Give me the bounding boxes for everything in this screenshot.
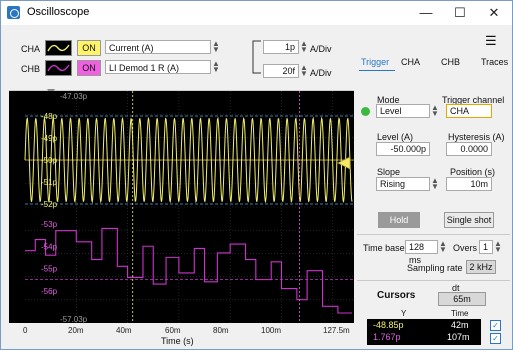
chb-y-tick-label: -55p	[41, 265, 58, 274]
close-button[interactable]: ✕	[477, 1, 511, 25]
cursor-2-time: 107m	[447, 332, 470, 342]
channel-b-scale-unit: A/Div	[310, 68, 332, 78]
channel-link-bracket-icon	[252, 40, 261, 74]
cha-y-tick-label: -48p	[41, 112, 58, 121]
time-base-spinner-icon[interactable]: ▲ ▼	[439, 240, 447, 254]
title-bar[interactable]: Oscilloscope — ☐ ✕	[1, 1, 512, 25]
mode-spinner-icon[interactable]: ▲ ▼	[431, 104, 439, 118]
position-label: Position (s)	[450, 167, 496, 177]
channel-a-label: CHA	[21, 44, 41, 54]
overs-spinner-icon[interactable]: ▲ ▼	[494, 240, 502, 254]
cursor-1-checkbox[interactable]: ✓	[490, 320, 501, 331]
tab-chb[interactable]: CHB	[441, 57, 460, 67]
tab-traces[interactable]: Traces	[481, 57, 508, 67]
cursor-y-header: Y	[401, 309, 407, 318]
chb-trace	[25, 227, 352, 314]
single-shot-button[interactable]: Single shot	[444, 212, 494, 228]
settings-panel: ☰ Trigger CHA CHB Traces Mode Level ▲ ▼ T…	[355, 25, 512, 349]
channel-a-on-button[interactable]: ON	[77, 40, 101, 56]
channel-b-color-swatch[interactable]	[45, 60, 72, 76]
trigger-channel-select[interactable]: CHA	[446, 104, 492, 118]
time-base-select[interactable]: 128 ms	[405, 240, 438, 265]
x-tick-label: 127.5m	[323, 326, 350, 335]
level-label: Level (A)	[377, 132, 414, 142]
channel-b-label: CHB	[21, 64, 41, 74]
dt-value: 65m	[438, 292, 486, 306]
channel-b-scale-input[interactable]: 20f	[263, 64, 299, 78]
divider	[357, 234, 510, 235]
channel-a-signal-spinner-icon[interactable]: ▲ ▼	[212, 40, 220, 54]
active-tab-underline	[359, 70, 395, 71]
sampling-rate-label: Sampling rate	[407, 263, 463, 273]
slope-label: Slope	[377, 167, 401, 177]
channel-b-scale-spinner-icon[interactable]: ▲ ▼	[300, 64, 308, 78]
cursor-2-y: 1.767p	[373, 332, 401, 342]
divider	[357, 280, 510, 281]
scope-plot[interactable]: -48p -49p -50p -51p -52p -53p -54p -55p -56p -47…	[9, 91, 354, 324]
x-axis-title: Time (s)	[161, 336, 194, 346]
sampling-rate-value: 2 kHz	[466, 260, 496, 274]
channel-b-wave-icon	[47, 64, 70, 72]
channel-a-color-swatch[interactable]	[45, 40, 72, 56]
x-tick-label: 100m	[261, 326, 282, 335]
scope-plot-svg: -48p -49p -50p -51p -52p -53p -54p -55p -56p	[24, 91, 354, 323]
oscilloscope-window: Oscilloscope — ☐ ✕ CHA ON Current (A) ▲ ▼…	[0, 0, 513, 350]
cursor-time-header: Time	[451, 309, 469, 318]
x-tick-label: 40m	[116, 326, 132, 335]
hold-button[interactable]: Hold	[378, 212, 420, 228]
x-tick-label: 80m	[213, 326, 229, 335]
cursor-1-time: 42m	[451, 320, 469, 330]
overs-input[interactable]: 1	[479, 240, 493, 254]
channel-b-signal-spinner-icon[interactable]: ▲ ▼	[212, 60, 220, 74]
hysteresis-input[interactable]: 0.0000	[446, 142, 492, 156]
hysteresis-label: Hysteresis (A)	[448, 132, 505, 142]
chb-y-tick-label: -53p	[41, 220, 58, 229]
menu-icon[interactable]: ☰	[485, 33, 497, 49]
chb-y-tick-label: -56p	[41, 287, 58, 296]
maximize-button[interactable]: ☐	[443, 1, 477, 25]
channel-a-scale-input[interactable]: 1p	[263, 40, 299, 54]
time-base-label: Time base	[363, 243, 405, 253]
channel-a-scale-unit: A/Div	[310, 44, 332, 54]
cursors-title: Cursors	[377, 290, 416, 301]
chb-y-tick-label: -54p	[41, 242, 58, 251]
mode-select[interactable]: Level	[376, 104, 430, 118]
cha-y-tick-label: -52p	[41, 200, 58, 209]
x-tick-label: 20m	[68, 326, 84, 335]
channel-a-wave-icon	[47, 44, 70, 52]
cha-y-tick-label: -51p	[41, 178, 58, 187]
channel-b-signal-select[interactable]: LI Demod 1 R (A)	[105, 60, 211, 74]
x-tick-label: 60m	[165, 326, 181, 335]
cha-y-tick-label: -49p	[41, 134, 58, 143]
trigger-level-marker-icon[interactable]	[337, 157, 351, 169]
channel-a-signal-select[interactable]: Current (A)	[105, 40, 211, 54]
cursor-1-y: -48.85p	[373, 320, 404, 330]
tab-cha[interactable]: CHA	[401, 57, 420, 67]
window-title: Oscilloscope	[27, 6, 90, 18]
slope-select[interactable]: Rising	[376, 177, 430, 191]
level-input[interactable]: -50.000p	[376, 142, 430, 156]
x-tick-label: 0	[23, 326, 28, 335]
channel-controls: CHA ON Current (A) ▲ ▼ CHB ON LI Demod 1 …	[1, 25, 355, 95]
minimize-button[interactable]: —	[409, 1, 443, 25]
cursor-table: -48.85p 42m 1.767p 107m	[367, 319, 481, 345]
channel-a-scale-spinner-icon[interactable]: ▲ ▼	[300, 40, 308, 54]
tab-trigger[interactable]: Trigger	[361, 57, 389, 67]
trigger-status-led-icon	[361, 107, 370, 116]
app-icon	[7, 6, 20, 19]
position-input[interactable]: 10m	[446, 177, 492, 191]
cha-y-tick-label: -50p	[41, 156, 58, 165]
slope-spinner-icon[interactable]: ▲ ▼	[431, 177, 439, 191]
overs-label: Overs	[453, 243, 478, 253]
channel-b-on-button[interactable]: ON	[77, 60, 101, 76]
plot-top-label: -47.03p	[60, 92, 88, 101]
cursor-2-checkbox[interactable]: ✓	[490, 333, 501, 344]
x-axis: 0 20m 40m 60m 80m 100m 127.5m Time (s)	[1, 323, 355, 349]
